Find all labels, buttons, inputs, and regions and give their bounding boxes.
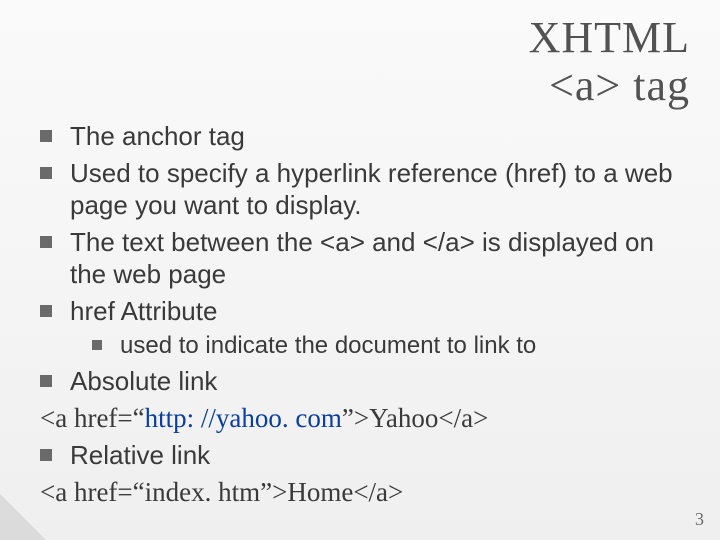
code-example-relative: <a href=“index. htm”>Home</a>	[40, 476, 690, 510]
bullet-text: used to indicate the document to link to	[120, 331, 690, 361]
slide-body: The anchor tag Used to specify a hyperli…	[40, 120, 690, 514]
list-item: The text between the <a> and </a> is dis…	[40, 226, 690, 291]
corner-decoration	[0, 494, 46, 540]
code-pre: <a href=“	[40, 403, 145, 433]
sub-list-item: used to indicate the document to link to	[40, 331, 690, 361]
code-url: http: //yahoo. com	[145, 403, 342, 433]
slide-title: XHTML <a> tag	[529, 14, 690, 109]
slide: XHTML <a> tag The anchor tag Used to spe…	[0, 0, 720, 540]
bullet-text: Used to specify a hyperlink reference (h…	[70, 157, 690, 222]
title-line-2: <a> tag	[529, 62, 690, 110]
list-item: The anchor tag	[40, 120, 690, 153]
bullet-icon	[40, 449, 52, 461]
bullet-icon	[40, 130, 52, 142]
bullet-text: Absolute link	[70, 365, 690, 398]
bullet-icon	[40, 305, 52, 317]
bullet-text: The text between the <a> and </a> is dis…	[70, 226, 690, 291]
bullet-icon	[92, 340, 102, 350]
slide-number: 3	[695, 509, 704, 530]
list-item: href Attribute	[40, 295, 690, 328]
code-example-absolute: <a href=“http: //yahoo. com”>Yahoo</a>	[40, 402, 690, 436]
bullet-text: href Attribute	[70, 295, 690, 328]
list-item: Relative link	[40, 439, 690, 472]
code-post: ”>Yahoo</a>	[342, 403, 488, 433]
list-item: Used to specify a hyperlink reference (h…	[40, 157, 690, 222]
bullet-icon	[40, 236, 52, 248]
bullet-icon	[40, 167, 52, 179]
bullet-text: Relative link	[70, 439, 690, 472]
title-line-1: XHTML	[529, 14, 690, 62]
list-item: Absolute link	[40, 365, 690, 398]
bullet-icon	[40, 375, 52, 387]
bullet-text: The anchor tag	[70, 120, 690, 153]
